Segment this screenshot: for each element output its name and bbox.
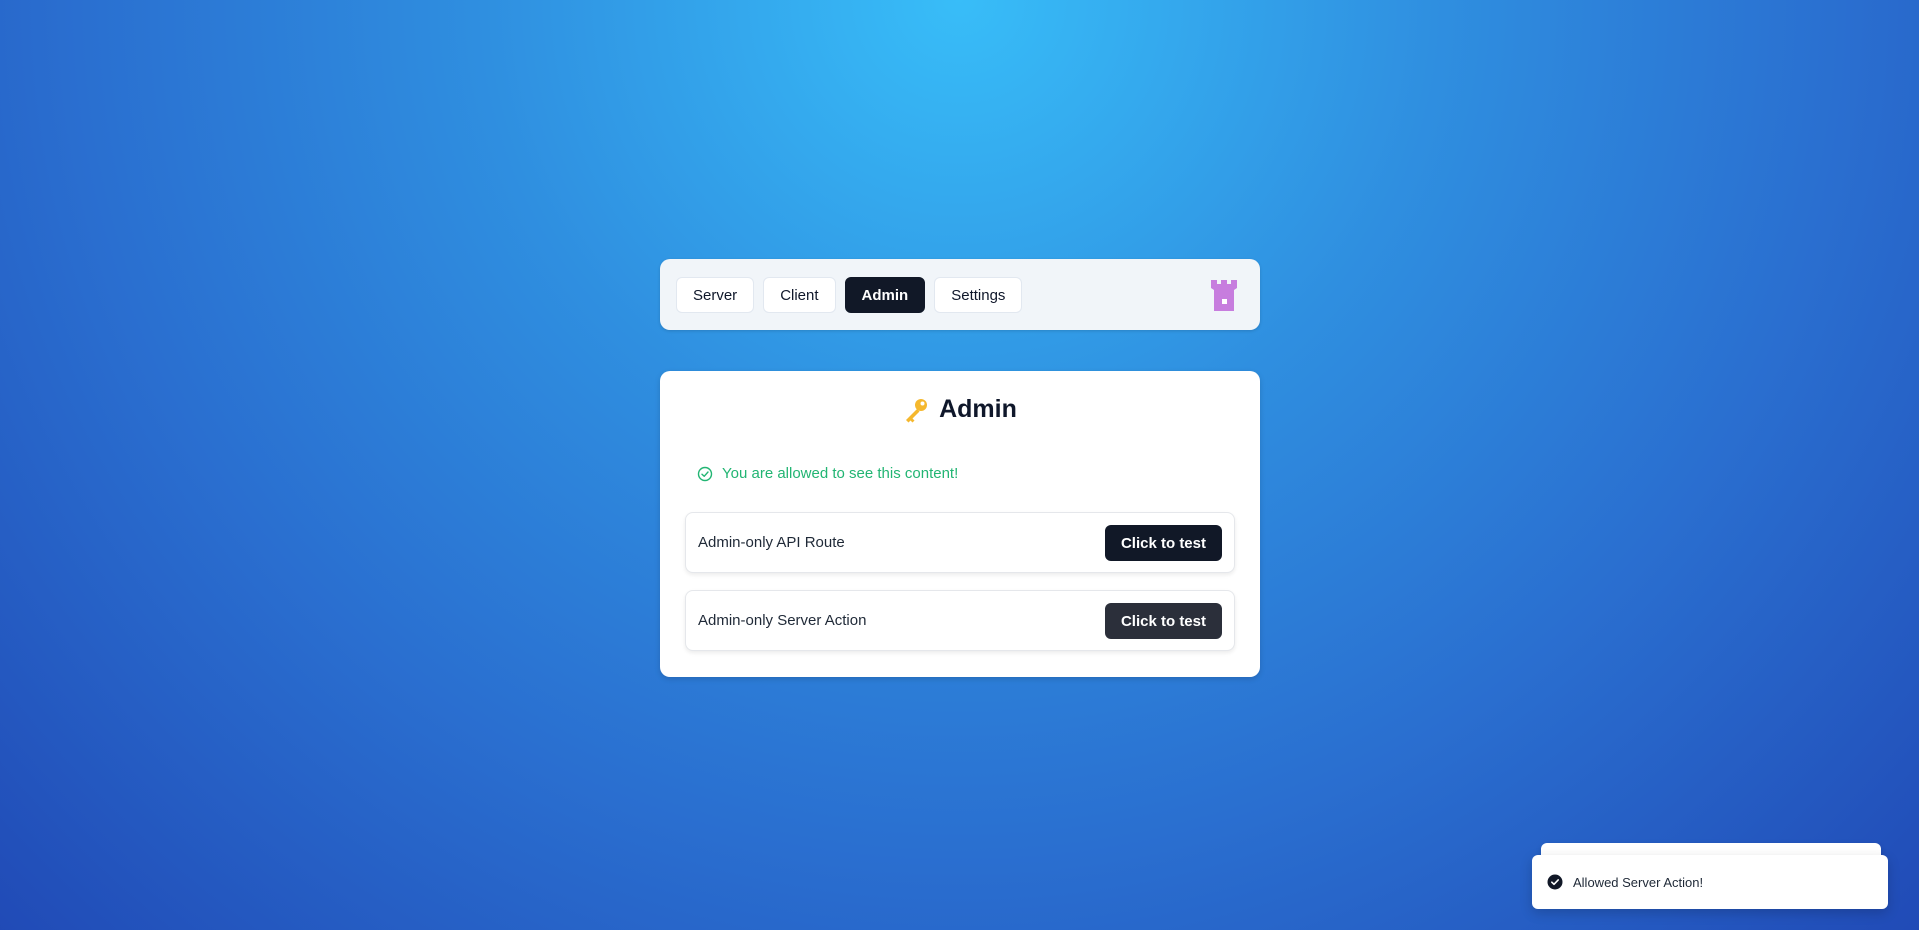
access-notice-text: You are allowed to see this content! — [722, 465, 959, 482]
check-circle-icon — [697, 466, 713, 482]
castle-tower-icon[interactable] — [1208, 277, 1240, 313]
test-api-route-button[interactable]: Click to test — [1104, 525, 1222, 561]
server-action-row: Admin-only Server Action Click to test — [685, 590, 1235, 651]
toast-message: Allowed Server Action! — [1573, 874, 1704, 890]
admin-card: Admin You are allowed to see this conten… — [660, 371, 1260, 677]
nav-tabs: Server Client Admin Settings — [676, 277, 1023, 313]
page-title: Admin — [660, 395, 1260, 424]
api-route-label: Admin-only API Route — [698, 534, 845, 551]
toast-notification[interactable]: Allowed Server Action! — [1532, 855, 1888, 909]
api-route-row: Admin-only API Route Click to test — [685, 512, 1235, 573]
top-nav: Server Client Admin Settings — [660, 259, 1260, 330]
tab-settings[interactable]: Settings — [934, 277, 1023, 313]
access-notice: You are allowed to see this content! — [697, 465, 958, 482]
test-server-action-button[interactable]: Click to test — [1104, 603, 1222, 639]
tab-admin[interactable]: Admin — [844, 277, 926, 313]
server-action-label: Admin-only Server Action — [698, 612, 867, 629]
check-circle-filled-icon — [1547, 874, 1563, 890]
tab-server[interactable]: Server — [676, 277, 755, 313]
key-icon — [903, 397, 929, 423]
tab-client[interactable]: Client — [763, 277, 836, 313]
page-title-text: Admin — [939, 395, 1017, 423]
